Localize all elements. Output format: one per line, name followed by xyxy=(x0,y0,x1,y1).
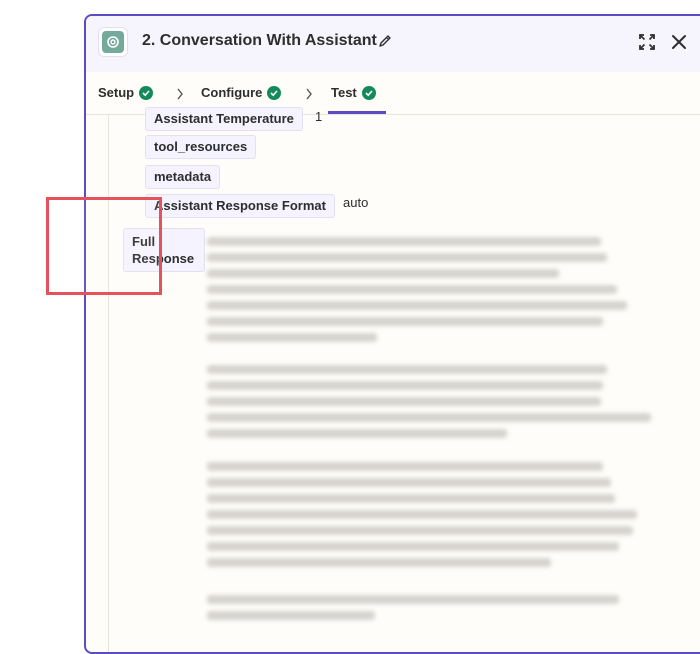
field-label: Assistant Temperature xyxy=(145,107,303,131)
step-title: 2. Conversation With Assistant xyxy=(142,32,377,49)
check-circle-icon xyxy=(361,85,376,100)
openai-logo-icon xyxy=(98,27,128,57)
redacted-response-paragraph xyxy=(207,595,651,627)
chevron-right-icon xyxy=(305,87,313,105)
redacted-response-paragraph xyxy=(207,462,651,574)
chevron-right-icon xyxy=(176,87,184,105)
panel-header: 2. Conversation With Assistant xyxy=(86,16,700,72)
tab-label: Test xyxy=(331,85,357,100)
tab-label: Configure xyxy=(201,85,263,100)
step-panel: 2. Conversation With Assistant Setup Con… xyxy=(84,14,700,654)
check-circle-icon xyxy=(139,85,154,100)
redacted-response-paragraph xyxy=(207,237,651,349)
field-label: tool_resources xyxy=(145,135,257,159)
field-value: auto xyxy=(343,195,369,210)
tab-test[interactable]: Test xyxy=(331,85,376,100)
field-label: Assistant Response Format xyxy=(145,194,335,218)
close-icon[interactable] xyxy=(671,34,687,55)
test-output: Assistant Temperature 1 tool_resources m… xyxy=(108,107,700,652)
tab-label: Setup xyxy=(98,85,135,100)
redacted-response-paragraph xyxy=(207,365,651,445)
pencil-icon[interactable] xyxy=(378,34,392,53)
field-value: 1 xyxy=(315,109,323,124)
tab-configure[interactable]: Configure xyxy=(201,85,282,100)
expand-icon[interactable] xyxy=(638,33,656,56)
field-label: metadata xyxy=(145,165,221,189)
active-tab-indicator xyxy=(328,111,386,114)
annotation-highlight-box xyxy=(46,197,162,295)
tab-setup[interactable]: Setup xyxy=(98,85,154,100)
check-circle-icon xyxy=(267,85,282,100)
